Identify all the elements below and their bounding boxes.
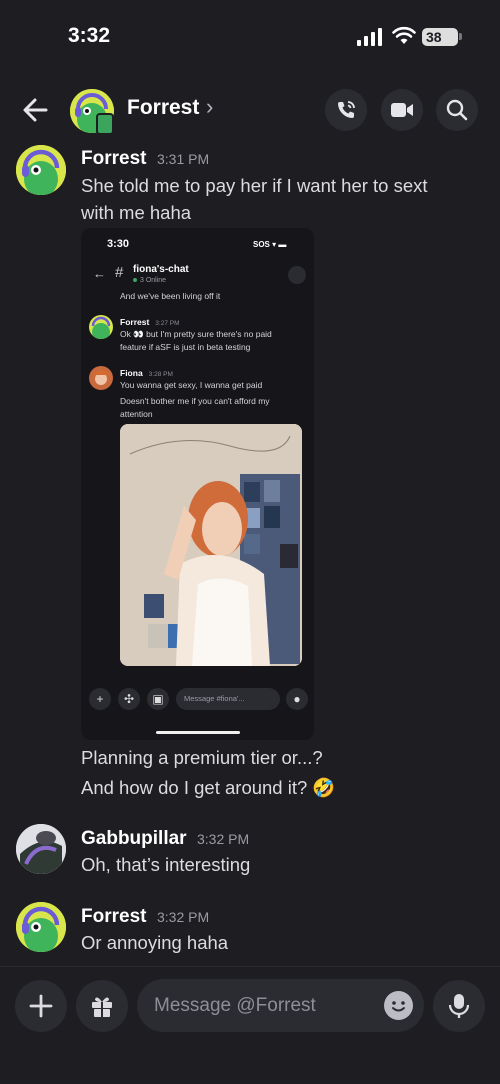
plus-icon: + [89, 688, 111, 710]
embed-message-input: Message #fiona'... [176, 688, 280, 710]
embed-avatar [89, 315, 113, 339]
signal-icon [357, 28, 382, 46]
emoji-button[interactable] [384, 991, 413, 1020]
header-title[interactable]: Forrest [127, 96, 199, 120]
message-line: And how do I get around it? 🤣 [81, 777, 336, 798]
video-call-button[interactable] [381, 89, 423, 131]
embed-line: feature if aSF is just in beta testing [120, 342, 251, 352]
user-avatar-icon [16, 145, 66, 195]
embed-line: You wanna get sexy, I wanna get paid [120, 380, 263, 390]
message-input[interactable] [154, 979, 374, 1032]
emoji-icon [392, 1001, 405, 1012]
embed-prev-text: And we've been living off it [120, 291, 221, 301]
wifi-icon [392, 26, 416, 44]
video-camera-icon [391, 103, 413, 117]
voice-message-button[interactable] [433, 980, 485, 1032]
embed-channel-name: fiona's-chat [133, 264, 189, 275]
message-author[interactable]: Gabbupillar [81, 828, 187, 850]
battery-icon: 38 [422, 28, 458, 46]
embed-photo [120, 424, 302, 666]
user-avatar-icon [16, 824, 66, 874]
status-bar: 3:32 38 [0, 0, 500, 72]
embed-message-text: Ok 👀 but I'm pretty sure there's no paid… [120, 328, 310, 354]
gift-icon: ▣ [147, 688, 169, 710]
message-timestamp: 3:31 PM [157, 151, 210, 167]
message-line: Planning a premium tier or...? [81, 747, 323, 768]
message-timestamp: 3:32 PM [197, 831, 250, 847]
call-button[interactable] [325, 89, 367, 131]
message-author[interactable]: Forrest [81, 148, 146, 170]
embed-author: Forrest 3:27 PM [120, 317, 180, 327]
home-indicator [156, 731, 240, 734]
chat-header: Forrest › [0, 80, 500, 140]
microphone-icon [448, 994, 470, 1018]
message-author[interactable]: Forrest [81, 906, 146, 928]
embed-message-text: You wanna get sexy, I wanna get paid Doe… [120, 379, 310, 421]
plus-icon [29, 994, 53, 1018]
embed-avatar [89, 366, 113, 390]
gift-button[interactable] [76, 980, 128, 1032]
embed-status-indicators: SOS ▾ ▬ [253, 240, 287, 249]
embed-author-name: Forrest [120, 317, 150, 327]
user-avatar-icon [16, 902, 66, 952]
status-time: 3:32 [68, 24, 111, 47]
embed-composer: + ✣ ▣ Message #fiona'... ● [81, 686, 314, 716]
phone-call-icon [338, 101, 355, 118]
hash-icon: # [115, 264, 124, 281]
embed-author-name: Fiona [120, 368, 143, 378]
search-icon [288, 266, 306, 284]
message-timestamp: 3:32 PM [157, 909, 210, 925]
embed-line: Ok 👀 but I'm pretty sure there's no paid [120, 329, 272, 339]
message-input-wrapper[interactable] [137, 979, 424, 1032]
user-avatar-icon [91, 316, 111, 339]
message-text: Or annoying haha [81, 932, 229, 953]
battery-level: 38 [426, 29, 442, 45]
embed-sos-label: SOS [253, 240, 270, 249]
embed-online-count: 3 Online [133, 277, 166, 284]
photo-image [120, 424, 302, 666]
search-button[interactable] [436, 89, 478, 131]
embed-line: attention [120, 409, 153, 419]
battery-tip [459, 33, 462, 40]
add-attachment-button[interactable] [15, 980, 67, 1032]
message-text: Planning a premium tier or...? And how d… [81, 743, 335, 803]
image-attachment[interactable]: 3:30 SOS ▾ ▬ ← # fiona's-chat 3 Online A… [81, 228, 314, 740]
message-text: She told me to pay her if I want her to … [81, 172, 428, 226]
user-avatar-icon [94, 370, 108, 385]
gift-icon [92, 997, 112, 1017]
embed-time: 3:28 PM [148, 371, 173, 378]
message-line: with me haha [81, 202, 192, 223]
apps-icon: ✣ [118, 688, 140, 710]
embed-time: 3:27 PM [155, 320, 180, 327]
microphone-icon: ● [286, 688, 308, 710]
chevron-right-icon[interactable]: › [206, 94, 213, 120]
message-line: She told me to pay her if I want her to … [81, 175, 428, 196]
message-text: Oh, that’s interesting [81, 854, 251, 875]
embed-author: Fiona 3:28 PM [120, 368, 173, 378]
mobile-status-icon [96, 113, 114, 135]
arrow-left-icon: ← [93, 266, 106, 281]
embed-line: Doesn't bother me if you can't afford my [120, 396, 270, 406]
avatar[interactable] [16, 824, 66, 874]
message-composer [0, 966, 500, 1084]
arrow-left-icon[interactable] [18, 90, 54, 130]
embed-status-time: 3:30 [107, 238, 130, 250]
avatar[interactable] [16, 902, 66, 952]
search-icon [446, 99, 468, 121]
avatar[interactable] [16, 145, 66, 195]
